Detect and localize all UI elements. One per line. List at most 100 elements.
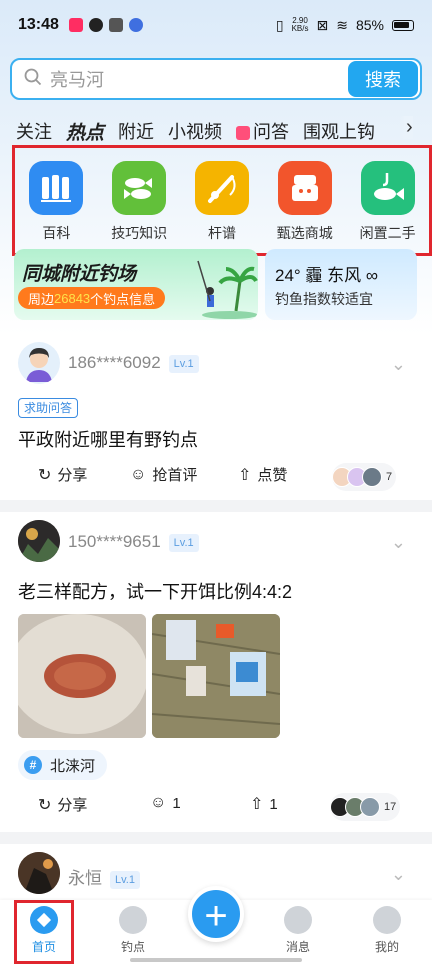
chevron-down-icon[interactable]: ⌄ bbox=[391, 532, 406, 553]
network-speed: 2.90 KB/s bbox=[292, 17, 309, 33]
category-tabs: 关注 热点 附近 小视频 问答 围观上钩 bbox=[16, 116, 416, 146]
tab-hot[interactable]: 热点 bbox=[66, 118, 104, 145]
category-label: 杆谱 bbox=[207, 224, 236, 241]
fish-tips-icon bbox=[112, 160, 167, 215]
sub-prefix: 周边 bbox=[28, 291, 55, 307]
weather-banner[interactable]: 24° 霾 东风 ∞ 钓鱼指数较适宜 bbox=[265, 249, 417, 320]
tab-nearby[interactable]: 附近 bbox=[118, 118, 154, 144]
level-badge: Lv.1 bbox=[168, 533, 199, 552]
category-grid: 百科 技巧知识 杆谱 甄选商城 闲置二手 bbox=[12, 145, 432, 256]
banner-subtitle: 周边 26843 个钓点信息 bbox=[18, 287, 166, 309]
username-text: 永恒 bbox=[68, 869, 102, 888]
like-button[interactable]: ⇧ 点赞 bbox=[238, 464, 287, 485]
category-rod[interactable]: 杆谱 bbox=[182, 160, 262, 243]
category-label: 甄选商城 bbox=[276, 224, 333, 241]
share-button[interactable]: ↻ 分享 bbox=[38, 794, 87, 815]
post-actions: ↻ 分享 ☺ 抢首评 ⇧ 点赞 7 bbox=[0, 463, 432, 494]
plus-icon: + bbox=[204, 894, 228, 938]
search-icon bbox=[24, 68, 42, 91]
post-card[interactable]: 150****9651 Lv.1 ⌄ 老三样配方，试一下开饵比例4:4:2 # 北涞… bbox=[0, 512, 432, 832]
search-bar[interactable]: 亮马河 搜索 bbox=[10, 58, 422, 100]
post-title[interactable]: 平政附近哪里有野钓点 bbox=[18, 426, 198, 452]
secondhand-fish-icon bbox=[360, 160, 415, 215]
like-icon: ⇧ bbox=[250, 796, 264, 813]
category-shop[interactable]: 甄选商城 bbox=[265, 160, 345, 243]
liker-avatar bbox=[362, 467, 382, 487]
comment-button[interactable]: ☺ 1 bbox=[150, 794, 181, 812]
like-button[interactable]: ⇧ 1 bbox=[250, 794, 278, 814]
comment-icon: ☺ bbox=[150, 794, 167, 811]
like-label: 点赞 bbox=[257, 467, 288, 484]
notification-icons bbox=[68, 18, 143, 32]
app-notify-icon bbox=[68, 18, 83, 32]
level-badge: Lv.1 bbox=[110, 870, 140, 889]
share-label: 分享 bbox=[57, 797, 88, 814]
search-input[interactable]: 亮马河 bbox=[50, 66, 348, 92]
tab-qa[interactable]: 问答 bbox=[236, 118, 289, 144]
avatar[interactable] bbox=[18, 520, 60, 562]
chevron-down-icon[interactable]: ⌄ bbox=[391, 864, 406, 885]
nav-label: 消息 bbox=[285, 940, 310, 954]
share-icon: ↻ bbox=[38, 796, 52, 814]
like-icon: ⇧ bbox=[238, 466, 252, 484]
category-secondhand[interactable]: 闲置二手 bbox=[348, 160, 428, 243]
level-badge: Lv.1 bbox=[168, 354, 199, 373]
post-username[interactable]: 150****9651 Lv.1 bbox=[68, 532, 199, 552]
weather-line: 24° 霾 东风 ∞ bbox=[275, 266, 378, 285]
post-card[interactable]: 186****6092 Lv.1 ⌄ 求助问答 平政附近哪里有野钓点 ↻ 分享 ☺ 抢… bbox=[0, 334, 432, 500]
topic-label: 北涞河 bbox=[50, 757, 96, 775]
like-count: 1 bbox=[269, 795, 278, 813]
chevron-right-icon[interactable]: › bbox=[400, 116, 413, 139]
app-notify-icon bbox=[108, 18, 123, 32]
chevron-down-icon[interactable]: ⌄ bbox=[391, 354, 406, 375]
app-notify-icon bbox=[88, 18, 103, 32]
create-post-button[interactable]: + bbox=[188, 886, 244, 942]
comment-label: 抢首评 bbox=[152, 467, 198, 484]
gesture-bar[interactable] bbox=[130, 958, 302, 962]
profile-icon bbox=[373, 906, 401, 934]
likers-group[interactable]: 7 bbox=[332, 463, 397, 491]
post-actions: ↻ 分享 ☺ 1 ⇧ 1 17 bbox=[0, 793, 432, 824]
comment-count: 1 bbox=[172, 794, 181, 812]
nav-spots[interactable]: 钓点 bbox=[103, 906, 163, 955]
hashtag-icon: # bbox=[24, 756, 42, 774]
liker-avatar bbox=[360, 797, 380, 817]
tab-watch-catch[interactable]: 围观上钩 bbox=[303, 118, 375, 144]
post-tag[interactable]: 求助问答 bbox=[18, 398, 79, 418]
post-photo[interactable] bbox=[18, 614, 146, 738]
likers-group[interactable]: 17 bbox=[330, 793, 401, 821]
topic-chip[interactable]: # 北涞河 bbox=[18, 750, 108, 780]
avatar[interactable] bbox=[18, 852, 60, 894]
likers-count: 7 bbox=[386, 471, 393, 483]
tab-follow[interactable]: 关注 bbox=[16, 118, 52, 144]
category-label: 技巧知识 bbox=[111, 224, 168, 241]
post-title[interactable]: 老三样配方，试一下开饵比例4:4:2 bbox=[18, 578, 292, 604]
comment-button[interactable]: ☺ 抢首评 bbox=[130, 464, 197, 485]
vibrate-icon: ▯ bbox=[275, 16, 284, 33]
encyclopedia-icon bbox=[29, 160, 84, 215]
banner-title: 同城附近钓场 bbox=[22, 264, 137, 285]
fisherman-illustration-icon bbox=[197, 260, 258, 319]
username-text: 186****6092 bbox=[68, 353, 161, 372]
avatar[interactable] bbox=[18, 342, 60, 384]
battery-level: 85% bbox=[355, 17, 384, 33]
share-button[interactable]: ↻ 分享 bbox=[38, 464, 87, 485]
shop-icon bbox=[277, 160, 332, 215]
post-photo[interactable] bbox=[152, 614, 280, 738]
search-button[interactable]: 搜索 bbox=[348, 61, 418, 97]
post-username[interactable]: 186****6092 Lv.1 bbox=[68, 353, 199, 373]
home-highlight bbox=[14, 900, 74, 964]
nav-label: 我的 bbox=[374, 940, 399, 954]
local-spots-banner[interactable]: 同城附近钓场 周边 26843 个钓点信息 bbox=[14, 249, 258, 320]
tab-short-video[interactable]: 小视频 bbox=[168, 118, 222, 144]
app-notify-icon bbox=[128, 18, 143, 32]
comment-icon: ☺ bbox=[130, 465, 147, 483]
category-encyclopedia[interactable]: 百科 bbox=[16, 160, 96, 243]
username-text: 150****9651 bbox=[68, 532, 161, 551]
rod-icon bbox=[194, 160, 249, 215]
nav-messages[interactable]: 消息 bbox=[268, 906, 328, 955]
category-tips[interactable]: 技巧知识 bbox=[99, 160, 179, 243]
spot-icon bbox=[119, 906, 147, 934]
nav-profile[interactable]: 我的 bbox=[357, 906, 417, 955]
post-username[interactable]: 永恒 Lv.1 bbox=[68, 864, 140, 889]
